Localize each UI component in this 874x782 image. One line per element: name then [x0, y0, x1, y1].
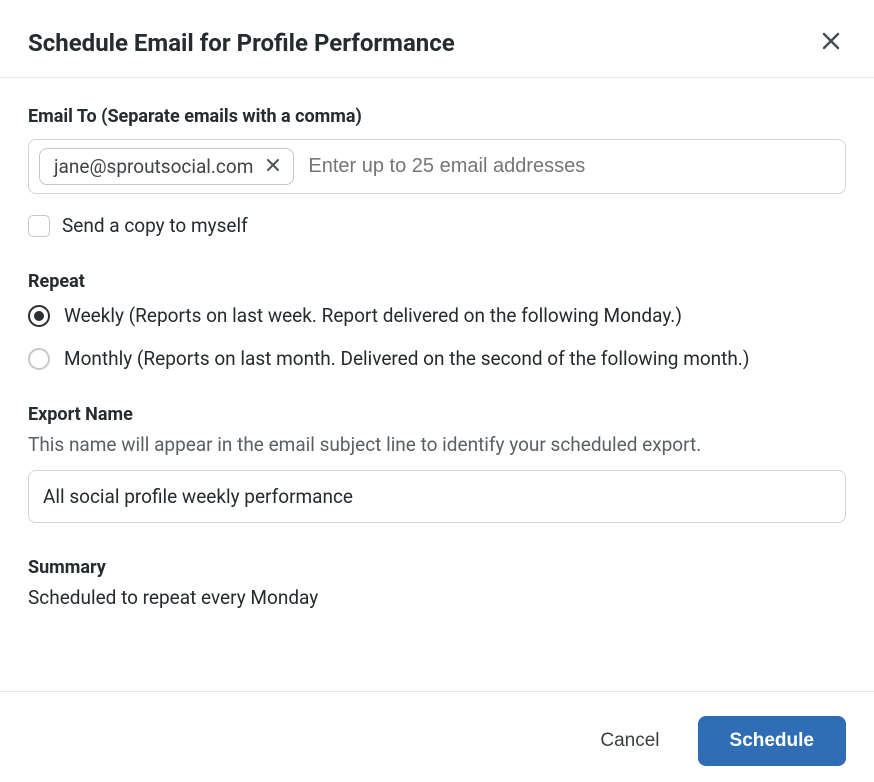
repeat-weekly-radio[interactable]	[28, 305, 50, 327]
summary-text: Scheduled to repeat every Monday	[28, 586, 846, 609]
email-to-input-container[interactable]: jane@sproutsocial.com	[28, 139, 846, 194]
close-icon	[265, 157, 281, 176]
email-chip-text: jane@sproutsocial.com	[54, 155, 253, 178]
schedule-button[interactable]: Schedule	[698, 716, 846, 766]
email-to-input[interactable]	[306, 151, 835, 182]
repeat-monthly-radio[interactable]	[28, 348, 50, 370]
send-copy-label: Send a copy to myself	[62, 214, 248, 237]
close-button[interactable]	[816, 26, 846, 59]
email-to-label: Email To (Separate emails with a comma)	[28, 106, 846, 127]
close-icon	[820, 30, 842, 55]
export-name-helper: This name will appear in the email subje…	[28, 433, 846, 456]
email-chip: jane@sproutsocial.com	[39, 148, 294, 185]
repeat-label: Repeat	[28, 271, 846, 292]
email-chip-remove-button[interactable]	[263, 155, 283, 178]
summary-label: Summary	[28, 557, 846, 578]
export-name-input[interactable]	[28, 470, 846, 523]
export-name-label: Export Name	[28, 404, 846, 425]
send-copy-checkbox[interactable]	[28, 215, 50, 237]
dialog-title: Schedule Email for Profile Performance	[28, 29, 455, 57]
cancel-button[interactable]: Cancel	[590, 722, 669, 760]
repeat-monthly-label: Monthly (Reports on last month. Delivere…	[64, 347, 749, 370]
repeat-weekly-label: Weekly (Reports on last week. Report del…	[64, 304, 682, 327]
